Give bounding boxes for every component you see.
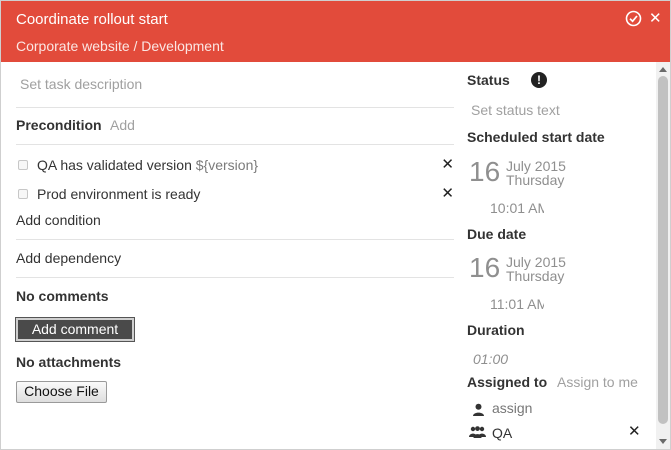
status-warning-icon[interactable]: ! bbox=[531, 72, 547, 88]
condition-row: QA has validated version ${version} ✕ bbox=[16, 156, 454, 176]
dialog-header: Coordinate rollout start Corporate websi… bbox=[1, 1, 670, 62]
no-attachments-label: No attachments bbox=[16, 354, 122, 370]
scrollbar-thumb[interactable] bbox=[658, 76, 668, 424]
scheduled-start-month[interactable]: July 2015 Thursday bbox=[506, 159, 566, 187]
assign-to-me-link[interactable]: Assign to me bbox=[557, 374, 638, 390]
team-icon bbox=[469, 426, 486, 438]
date-month-year: July 2015 bbox=[506, 158, 566, 174]
precondition-label: Precondition bbox=[16, 117, 102, 133]
date-day: 16 bbox=[469, 252, 501, 283]
status-label: Status bbox=[467, 72, 510, 88]
divider bbox=[16, 144, 454, 145]
dialog-body: Set task description Precondition Add QA… bbox=[1, 62, 670, 449]
check-circle-icon[interactable] bbox=[625, 10, 642, 27]
breadcrumb[interactable]: Corporate website / Development bbox=[16, 38, 224, 54]
duration-label: Duration bbox=[467, 322, 525, 338]
close-icon[interactable]: ✕ bbox=[649, 9, 662, 27]
task-dialog: Coordinate rollout start Corporate websi… bbox=[0, 0, 671, 450]
scrollbar[interactable] bbox=[656, 62, 670, 449]
date-month-year: July 2015 bbox=[506, 254, 566, 270]
precondition-add-link[interactable]: Add bbox=[110, 117, 135, 133]
condition-row: Prod environment is ready ✕ bbox=[16, 185, 454, 205]
divider bbox=[16, 239, 454, 240]
scroll-down-icon[interactable] bbox=[659, 439, 667, 444]
remove-condition-icon[interactable]: ✕ bbox=[441, 155, 454, 173]
date-weekday: Thursday bbox=[506, 172, 565, 188]
due-date-label: Due date bbox=[467, 226, 527, 242]
add-dependency-link[interactable]: Add dependency bbox=[16, 250, 121, 266]
assigned-team[interactable]: QA bbox=[492, 425, 512, 441]
condition-checkbox[interactable] bbox=[18, 160, 28, 170]
scheduled-start-label: Scheduled start date bbox=[467, 129, 605, 145]
scroll-up-icon[interactable] bbox=[659, 67, 667, 72]
task-description-field[interactable]: Set task description bbox=[20, 76, 142, 92]
due-date[interactable]: 16 bbox=[469, 252, 500, 284]
no-comments-label: No comments bbox=[16, 288, 109, 304]
scheduled-start-date[interactable]: 16 bbox=[469, 156, 500, 188]
assigned-to-label: Assigned to bbox=[467, 374, 548, 390]
condition-label: QA has validated version bbox=[37, 157, 192, 173]
status-text-field[interactable]: Set status text bbox=[471, 102, 560, 118]
date-weekday: Thursday bbox=[506, 268, 565, 284]
divider bbox=[16, 107, 454, 108]
condition-text[interactable]: QA has validated version ${version} bbox=[37, 157, 258, 173]
condition-text[interactable]: Prod environment is ready bbox=[37, 186, 200, 202]
condition-label: Prod environment is ready bbox=[37, 186, 201, 202]
date-day: 16 bbox=[469, 156, 501, 187]
divider bbox=[16, 277, 454, 278]
duration-value[interactable]: 01:00 bbox=[473, 351, 508, 367]
choose-file-button[interactable]: Choose File bbox=[16, 381, 107, 403]
user-icon bbox=[473, 403, 484, 416]
remove-assignee-icon[interactable]: ✕ bbox=[628, 422, 641, 440]
remove-condition-icon[interactable]: ✕ bbox=[441, 184, 454, 202]
scheduled-start-time[interactable]: 10:01 AM bbox=[490, 200, 544, 216]
add-condition-link[interactable]: Add condition bbox=[16, 212, 101, 228]
add-comment-button[interactable]: Add comment bbox=[15, 317, 135, 342]
condition-checkbox[interactable] bbox=[18, 189, 28, 199]
condition-variable: ${version} bbox=[195, 157, 259, 173]
due-date-month[interactable]: July 2015 Thursday bbox=[506, 255, 566, 283]
due-time[interactable]: 11:01 AM bbox=[490, 296, 544, 312]
assign-user-field[interactable]: assign bbox=[492, 400, 532, 416]
task-title[interactable]: Coordinate rollout start bbox=[16, 11, 168, 28]
